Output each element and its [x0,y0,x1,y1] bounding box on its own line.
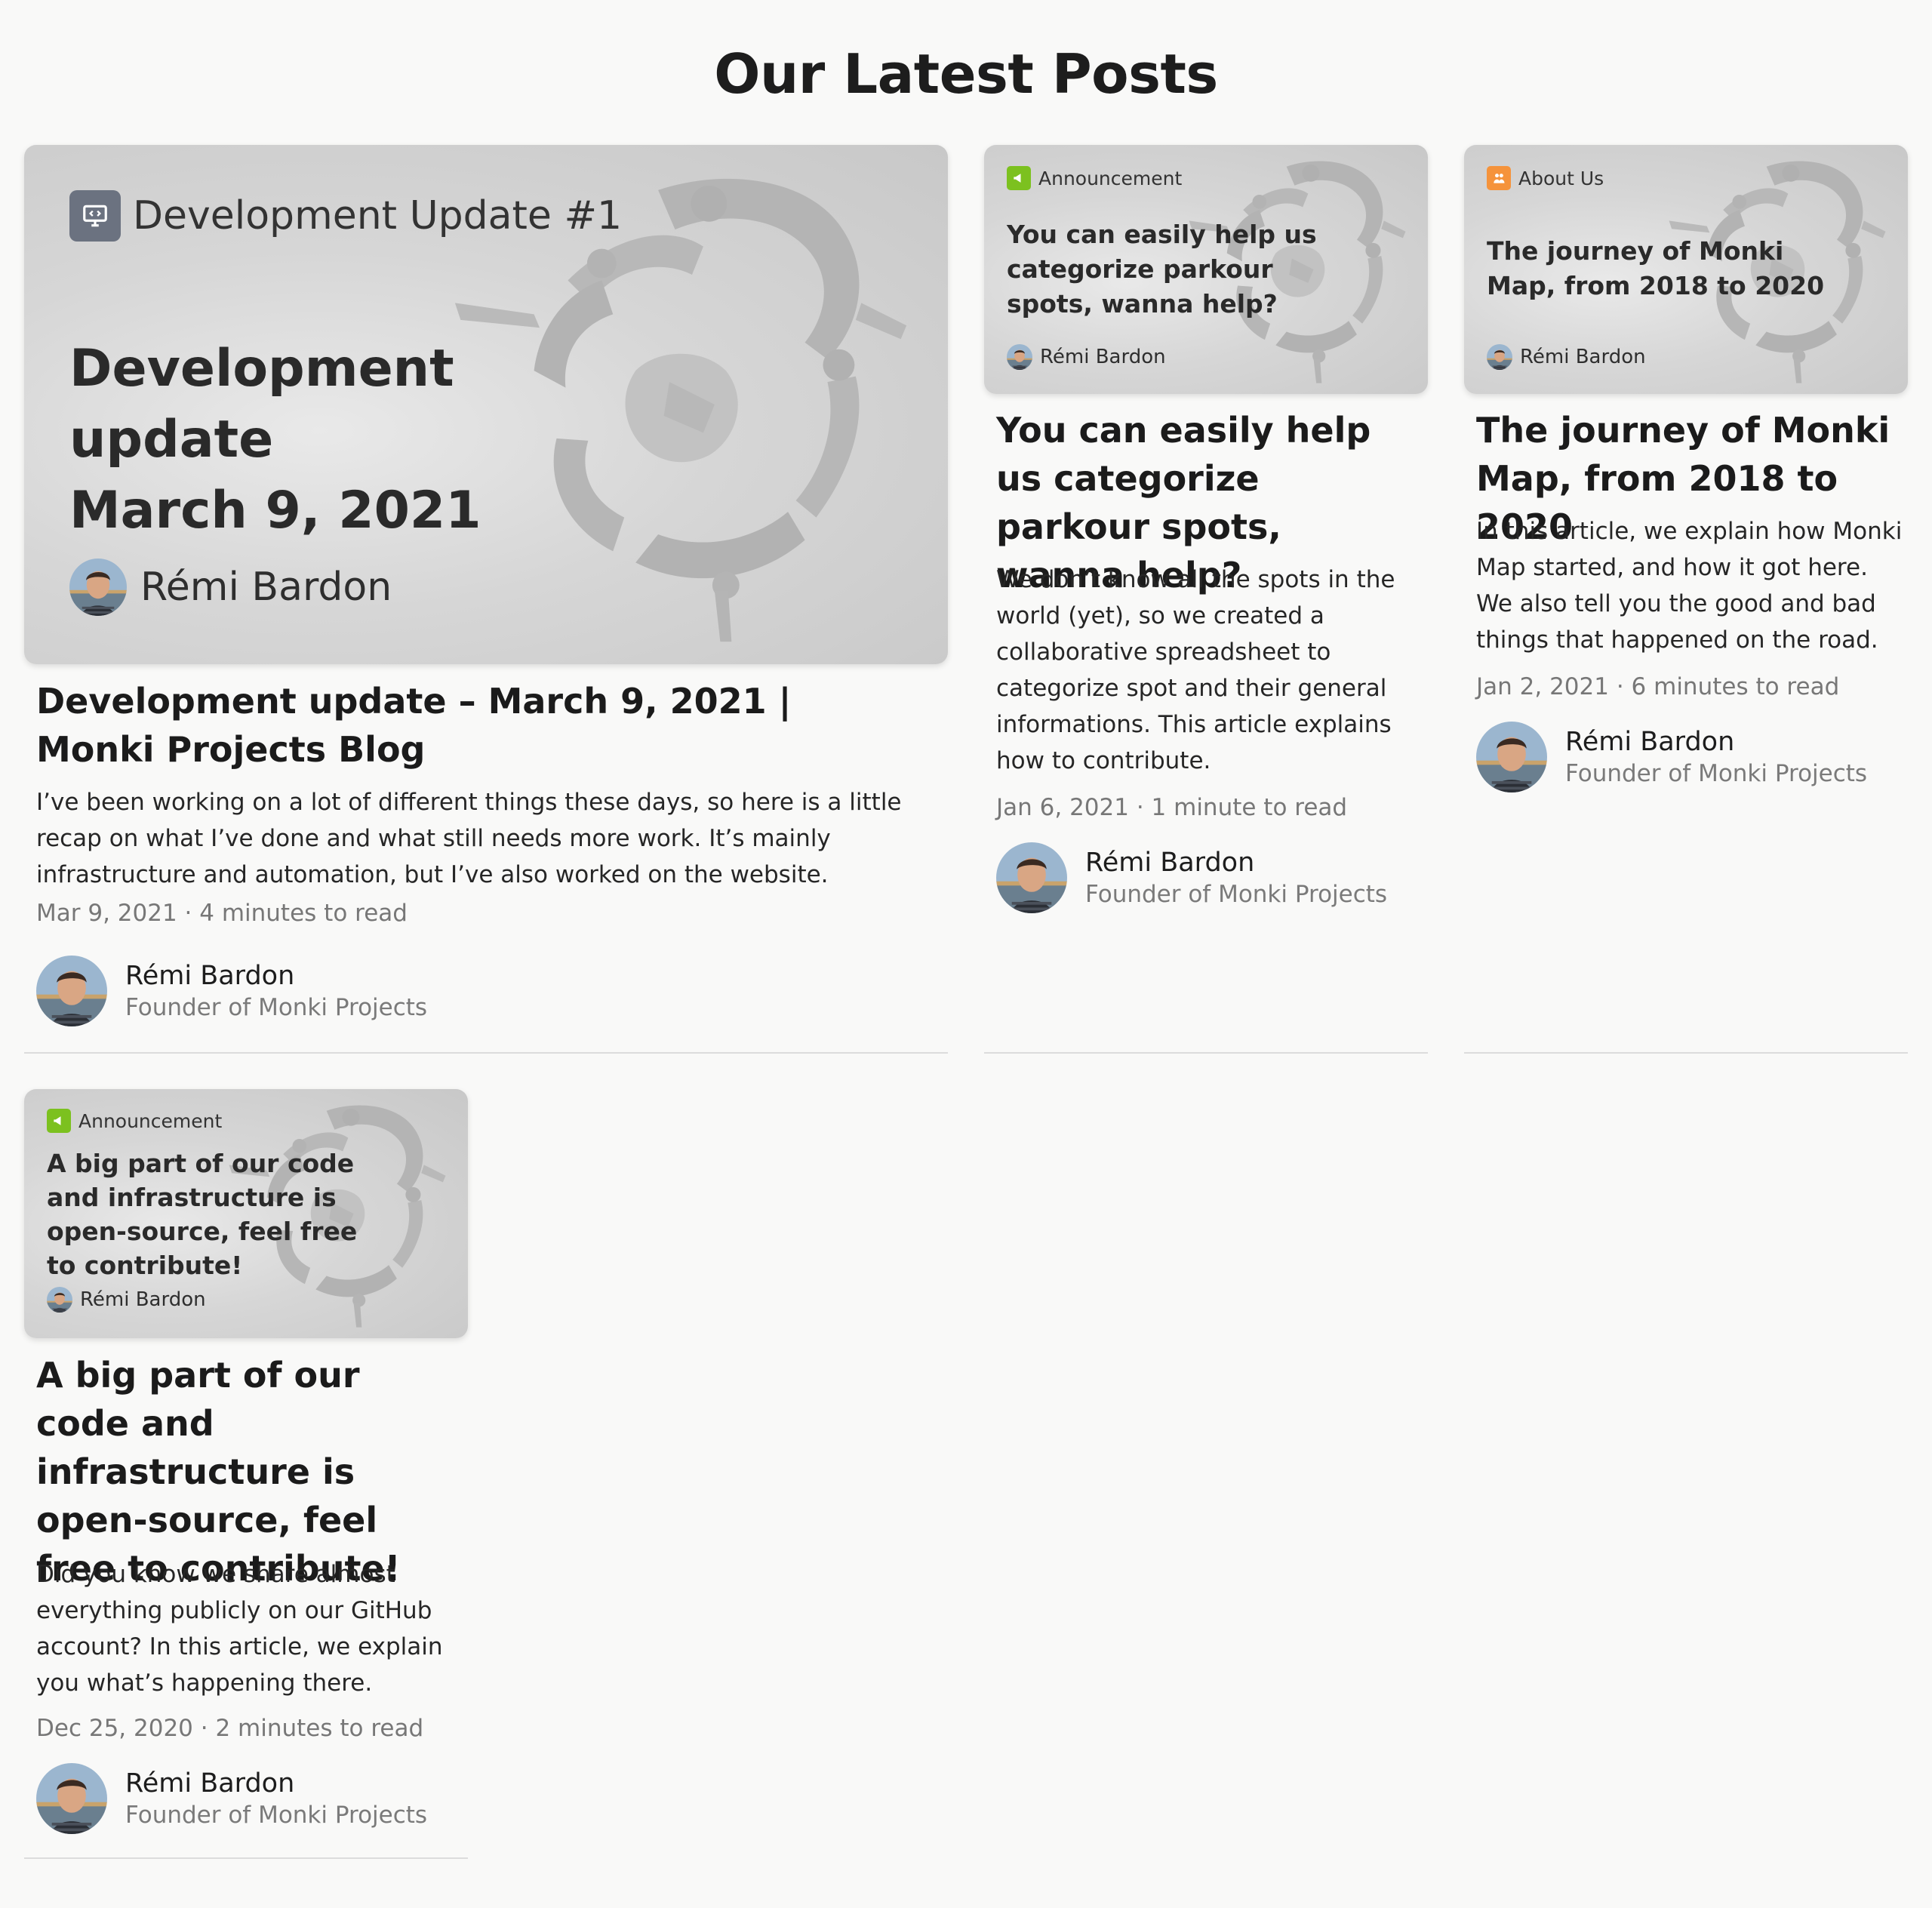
post-title[interactable]: Development update – March 9, 2021 | Mon… [36,677,889,774]
post-author[interactable]: Rémi Bardon Founder of Monki Projects [36,956,427,1026]
post-date: Jan 2, 2021 [1476,673,1609,700]
meta-separator: · [184,900,192,927]
author-role: Founder of Monki Projects [1085,881,1388,908]
megaphone-icon [1007,166,1031,190]
post-read-time: 2 minutes to read [215,1715,424,1742]
cover-title: The journey of Monki Map, from 2018 to 2… [1487,236,1825,300]
cover-author-name: Rémi Bardon [80,1288,206,1311]
author-name: Rémi Bardon [125,961,295,991]
post-date: Dec 25, 2020 [36,1715,193,1742]
post-card-development-update[interactable]: Development Update #1 Development update… [24,145,948,1054]
avatar [1476,722,1547,792]
post-read-time: 6 minutes to read [1631,673,1840,700]
cover-tag: Announcement [47,1109,222,1133]
cover-author-name: Rémi Bardon [1040,346,1166,368]
cover-tag-label: Announcement [78,1109,223,1132]
meta-separator: · [1136,794,1144,821]
cover-tag-label: About Us [1518,167,1604,189]
post-cover[interactable]: Announcement You can easily help us cate… [984,145,1428,394]
card-divider [984,1052,1428,1054]
cover-tag: About Us [1487,166,1604,190]
author-name: Rémi Bardon [1085,848,1255,878]
post-meta: Jan 2, 2021 · 6 minutes to read [1476,673,1839,700]
card-divider [24,1052,948,1054]
post-card-journey[interactable]: About Us The journey of Monki Map, from … [1464,145,1908,1054]
cover-author-name: Rémi Bardon [1520,346,1646,368]
cover-author: Rémi Bardon [1007,344,1166,370]
post-cover[interactable]: Announcement A big part of our code and … [24,1089,468,1338]
author-role: Founder of Monki Projects [125,1802,428,1829]
post-author[interactable]: Rémi Bardon Founder of Monki Projects [36,1763,427,1834]
cover-author: Rémi Bardon [47,1287,206,1313]
people-icon [1487,166,1511,190]
post-meta: Mar 9, 2021 · 4 minutes to read [36,900,408,927]
post-excerpt: In this article, we explain how Monki Ma… [1476,518,1903,654]
author-role: Founder of Monki Projects [125,994,428,1021]
monitor-code-icon [69,190,121,242]
cover-tag-label: Development Update #1 [133,193,623,238]
meta-separator: · [200,1715,208,1742]
cover-author: Rémi Bardon [69,559,392,616]
post-read-time: 1 minute to read [1151,794,1348,821]
post-cover[interactable]: About Us The journey of Monki Map, from … [1464,145,1908,394]
post-meta: Jan 6, 2021 · 1 minute to read [996,794,1347,821]
cover-tag: Development Update #1 [69,190,622,242]
cover-author: Rémi Bardon [1487,344,1646,370]
post-read-time: 4 minutes to read [199,900,408,927]
meta-separator: · [1616,673,1624,700]
author-name: Rémi Bardon [1565,727,1735,757]
cover-title: You can easily help us categorize parkou… [1007,220,1317,319]
avatar [1487,344,1512,370]
cover-title: Development update March 9, 2021 [69,339,481,540]
avatar [36,1763,107,1834]
post-date: Jan 6, 2021 [996,794,1129,821]
cover-author-name: Rémi Bardon [140,565,392,610]
author-name: Rémi Bardon [125,1768,295,1799]
post-author[interactable]: Rémi Bardon Founder of Monki Projects [1476,722,1867,792]
megaphone-icon [47,1109,71,1133]
cover-tag: Announcement [1007,166,1182,190]
card-divider [1464,1052,1908,1054]
post-cover[interactable]: Development Update #1 Development update… [24,145,948,664]
post-card-open-source[interactable]: Announcement A big part of our code and … [24,1089,468,1859]
cover-tag-label: Announcement [1038,167,1183,189]
avatar [996,842,1067,913]
post-author[interactable]: Rémi Bardon Founder of Monki Projects [996,842,1387,913]
avatar [1007,344,1032,370]
post-meta: Dec 25, 2020 · 2 minutes to read [36,1715,423,1742]
avatar [36,956,107,1026]
cover-title: A big part of our code and infrastructur… [47,1149,358,1280]
post-card-categorize-spots[interactable]: Announcement You can easily help us cate… [984,145,1428,1054]
post-date: Mar 9, 2021 [36,900,177,927]
post-excerpt: I’ve been working on a lot of different … [36,789,902,888]
page-title: Our Latest Posts [714,42,1218,106]
post-excerpt: Did you know we share almost everything … [36,1561,443,1697]
avatar [69,559,127,616]
author-role: Founder of Monki Projects [1565,760,1868,787]
card-divider [24,1857,468,1859]
avatar [47,1287,72,1313]
post-excerpt: We don’t know all the spots in the world… [996,566,1395,774]
